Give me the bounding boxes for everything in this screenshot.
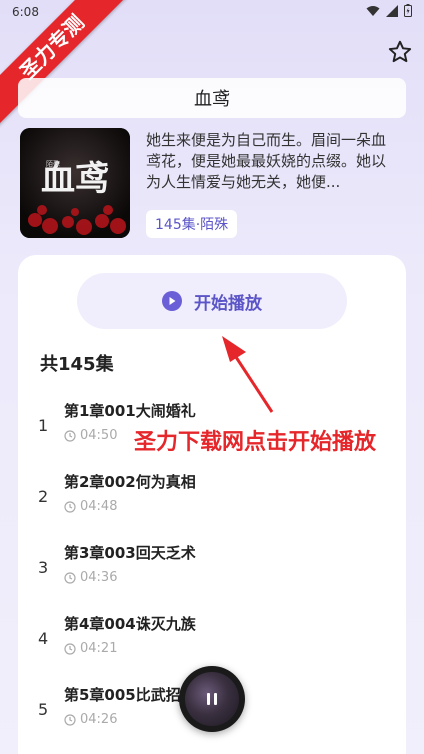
clock-icon — [64, 500, 76, 513]
episode-title: 第5章005比武招 — [64, 686, 181, 704]
episode-duration: 04:26 — [80, 712, 118, 727]
episode-title: 第1章001大闹婚礼 — [64, 402, 196, 420]
clock-icon — [64, 571, 76, 584]
clock-icon — [64, 642, 76, 655]
status-bar: 6:08 — [0, 0, 424, 24]
episode-meta: 04:36 — [64, 570, 117, 585]
signal-icon — [386, 4, 398, 17]
wifi-icon — [366, 5, 380, 16]
episode-item[interactable]: 2 第2章002何为真相 04:48 — [30, 471, 390, 527]
star-icon — [388, 40, 412, 63]
episode-meta: 04:48 — [64, 499, 117, 514]
cover-author: 陌殊 — [46, 159, 60, 168]
clock-icon — [64, 429, 76, 442]
pause-icon — [207, 693, 217, 705]
episode-meta: 04:26 — [64, 712, 117, 727]
episode-title: 第4章004诛灭九族 — [64, 615, 196, 633]
status-icons — [366, 4, 412, 17]
episode-title: 第2章002何为真相 — [64, 473, 196, 491]
status-time: 6:08 — [12, 5, 39, 19]
play-icon — [162, 291, 182, 311]
book-description: 她生来便是为自己而生。眉间一朵血鸢花，便是她最最妖娆的点缀。她以为人生情爱与她无… — [146, 131, 387, 191]
clock-icon — [64, 713, 76, 726]
play-label: 开始播放 — [194, 293, 262, 314]
episode-number: 4 — [38, 629, 49, 648]
book-tag: 145集·陌殊 — [146, 210, 238, 238]
episode-number: 1 — [38, 416, 49, 435]
battery-icon — [404, 4, 412, 17]
page-title: 血鸢 — [18, 78, 406, 118]
episode-meta: 04:21 — [64, 641, 117, 656]
episode-title: 第3章003回天乏术 — [64, 544, 196, 562]
episode-number: 3 — [38, 558, 49, 577]
episode-duration: 04:36 — [80, 570, 118, 585]
mini-player-cover — [185, 672, 239, 726]
favorite-button[interactable] — [386, 38, 414, 66]
episode-count: 共145集 — [40, 354, 114, 375]
episode-number: 5 — [38, 700, 49, 719]
episode-duration: 04:50 — [80, 428, 118, 443]
episode-duration: 04:48 — [80, 499, 118, 514]
book-cover: 血鸢 陌殊 — [20, 128, 130, 238]
episode-number: 2 — [38, 487, 49, 506]
mini-player-button[interactable] — [179, 666, 245, 732]
annotation-text: 圣力下载网点击开始播放 — [134, 430, 377, 455]
episode-duration: 04:21 — [80, 641, 118, 656]
episode-item[interactable]: 3 第3章003回天乏术 04:36 — [30, 542, 390, 598]
episode-meta: 04:50 — [64, 428, 117, 443]
start-play-button[interactable]: 开始播放 — [77, 273, 347, 329]
episode-item[interactable]: 4 第4章004诛灭九族 04:21 — [30, 613, 390, 669]
